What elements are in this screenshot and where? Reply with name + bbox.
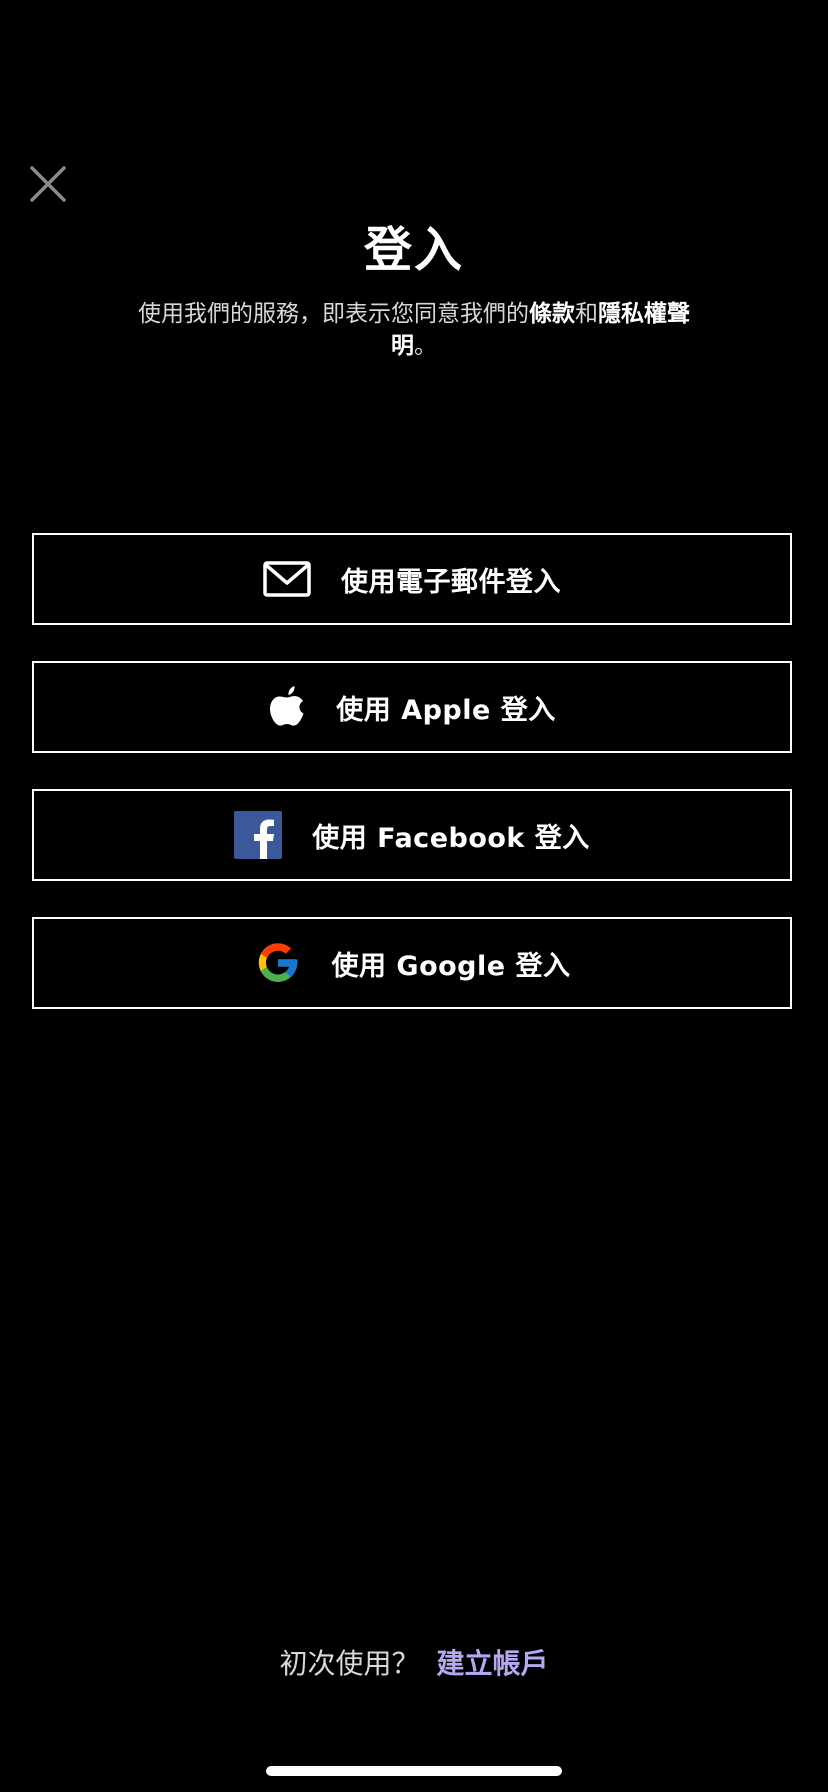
signup-prompt-text: 初次使用？ (279, 1647, 420, 1680)
google-login-button[interactable]: 使用 Google 登入 (32, 917, 792, 1009)
terms-notice-prefix: 使用我們的服務，即表示您同意我們的 (138, 301, 529, 327)
terms-notice-suffix: 。 (414, 333, 437, 359)
terms-notice: 使用我們的服務，即表示您同意我們的條款和隱私權聲明。 (130, 298, 698, 362)
home-indicator[interactable] (266, 1766, 562, 1776)
page-title: 登入 (363, 222, 464, 278)
apple-login-label: 使用 Apple 登入 (336, 694, 556, 726)
apple-icon (268, 684, 306, 730)
terms-link[interactable]: 條款 (529, 301, 575, 327)
close-icon (30, 166, 66, 202)
facebook-icon (234, 811, 283, 859)
facebook-login-button[interactable]: 使用 Facebook 登入 (32, 789, 792, 881)
email-login-label: 使用電子郵件登入 (341, 566, 561, 598)
google-login-label: 使用 Google 登入 (331, 950, 571, 982)
create-account-link[interactable]: 建立帳戶 (436, 1647, 548, 1680)
google-icon (254, 939, 302, 987)
signup-prompt: 初次使用？ 建立帳戶 (0, 1644, 828, 1684)
close-button[interactable] (28, 164, 68, 204)
email-login-button[interactable]: 使用電子郵件登入 (32, 533, 792, 625)
apple-login-button[interactable]: 使用 Apple 登入 (32, 661, 792, 753)
mail-icon (263, 561, 311, 597)
facebook-login-label: 使用 Facebook 登入 (312, 822, 590, 854)
terms-notice-conjunction: 和 (575, 301, 598, 327)
